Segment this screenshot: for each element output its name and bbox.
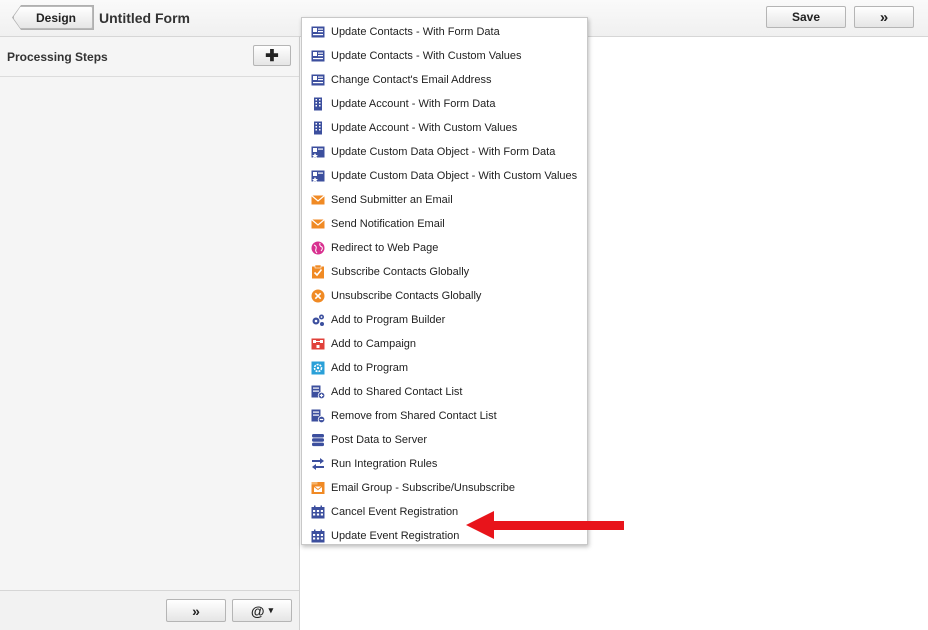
menu-item-label: Add to Shared Contact List	[331, 386, 463, 398]
panel-title: Processing Steps	[7, 50, 108, 64]
globe-icon	[311, 241, 325, 255]
menu-item-label: Update Account - With Custom Values	[331, 122, 518, 134]
menu-item[interactable]: Redirect to Web Page	[302, 236, 587, 260]
menu-item[interactable]: Subscribe Contacts Globally	[302, 260, 587, 284]
menu-item-label: Cancel Event Registration	[331, 506, 459, 518]
menu-item[interactable]: Send Notification Email	[302, 212, 587, 236]
data-object-icon	[311, 145, 325, 159]
menu-item-label: Change Contact's Email Address	[331, 74, 492, 86]
menu-item-label: Subscribe Contacts Globally	[331, 266, 470, 278]
envelope-icon	[311, 193, 325, 207]
menu-item-label: Add to Program Builder	[331, 314, 446, 326]
menu-item-label: Email Group - Subscribe/Unsubscribe	[331, 482, 516, 494]
data-object-icon	[311, 169, 325, 183]
program-gear-icon	[311, 361, 325, 375]
menu-item[interactable]: Update Account - With Custom Values	[302, 116, 587, 140]
at-sign-icon: @	[250, 602, 265, 619]
menu-item-label: Remove from Shared Contact List	[331, 410, 497, 422]
menu-item-label: Update Event Registration	[331, 530, 460, 542]
menu-item[interactable]: Email Group - Subscribe/Unsubscribe	[302, 476, 587, 500]
menu-item[interactable]: Update Contacts - With Form Data	[302, 20, 587, 44]
chevron-down-icon: ▾	[268, 605, 274, 615]
menu-item[interactable]: Update Custom Data Object - With Form Da…	[302, 140, 587, 164]
plus-icon: ✚	[265, 47, 279, 65]
campaign-icon	[311, 337, 325, 351]
panel-header: Processing Steps ✚	[0, 37, 299, 77]
red-arrow-left-icon	[466, 511, 624, 539]
menu-item[interactable]: Change Contact's Email Address	[302, 68, 587, 92]
menu-item-label: Redirect to Web Page	[331, 242, 439, 254]
integration-arrows-icon	[311, 457, 325, 471]
menu-item[interactable]: Unsubscribe Contacts Globally	[302, 284, 587, 308]
menu-item[interactable]: Run Integration Rules	[302, 452, 587, 476]
panel-footer: » @ ▾	[0, 590, 299, 630]
add-step-menu: Update Contacts - With Form Data Update C…	[301, 17, 588, 545]
design-back-button[interactable]: Design	[13, 6, 93, 29]
expand-button[interactable]: »	[854, 6, 914, 28]
building-icon	[311, 97, 325, 111]
menu-item-label: Add to Campaign	[331, 338, 416, 350]
envelope-icon	[311, 217, 325, 231]
menu-item-label: Send Submitter an Email	[331, 194, 453, 206]
menu-item[interactable]: Remove from Shared Contact List	[302, 404, 587, 428]
save-button[interactable]: Save	[766, 6, 846, 28]
building-icon	[311, 121, 325, 135]
subscribe-check-icon	[311, 265, 325, 279]
field-merge-button[interactable]: @ ▾	[232, 599, 292, 622]
menu-item[interactable]: Add to Shared Contact List	[302, 380, 587, 404]
contact-card-icon	[311, 25, 325, 39]
menu-item[interactable]: Update Account - With Form Data	[302, 92, 587, 116]
menu-item[interactable]: Post Data to Server	[302, 428, 587, 452]
gears-icon	[311, 313, 325, 327]
unsubscribe-x-icon	[311, 289, 325, 303]
contact-card-icon	[311, 73, 325, 87]
calendar-icon	[311, 529, 325, 543]
menu-item[interactable]: Add to Program Builder	[302, 308, 587, 332]
email-group-icon	[311, 481, 325, 495]
menu-item[interactable]: Add to Program	[302, 356, 587, 380]
add-step-button[interactable]: ✚	[253, 45, 291, 66]
menu-item-label: Update Account - With Form Data	[331, 98, 496, 110]
menu-item[interactable]: Add to Campaign	[302, 332, 587, 356]
menu-item-label: Unsubscribe Contacts Globally	[331, 290, 482, 302]
double-chevron-right-icon: »	[879, 8, 889, 26]
form-title: Untitled Form	[99, 10, 190, 26]
list-remove-icon	[311, 409, 325, 423]
menu-item-label: Run Integration Rules	[331, 458, 438, 470]
menu-item-label: Send Notification Email	[331, 218, 445, 230]
menu-item-label: Update Contacts - With Custom Values	[331, 50, 522, 62]
menu-item-label: Update Contacts - With Form Data	[331, 26, 500, 38]
menu-item-label: Update Custom Data Object - With Form Da…	[331, 146, 556, 158]
menu-item-label: Add to Program	[331, 362, 409, 374]
calendar-icon	[311, 505, 325, 519]
menu-item[interactable]: Update Custom Data Object - With Custom …	[302, 164, 587, 188]
menu-item-label: Update Custom Data Object - With Custom …	[331, 170, 578, 182]
double-chevron-right-icon: »	[192, 602, 200, 619]
menu-item[interactable]: Update Contacts - With Custom Values	[302, 44, 587, 68]
next-button[interactable]: »	[166, 599, 226, 622]
menu-item-label: Post Data to Server	[331, 434, 427, 446]
menu-item[interactable]: Send Submitter an Email	[302, 188, 587, 212]
processing-steps-panel: Processing Steps ✚ » @ ▾	[0, 37, 300, 630]
contact-card-icon	[311, 49, 325, 63]
list-add-icon	[311, 385, 325, 399]
server-icon	[311, 433, 325, 447]
